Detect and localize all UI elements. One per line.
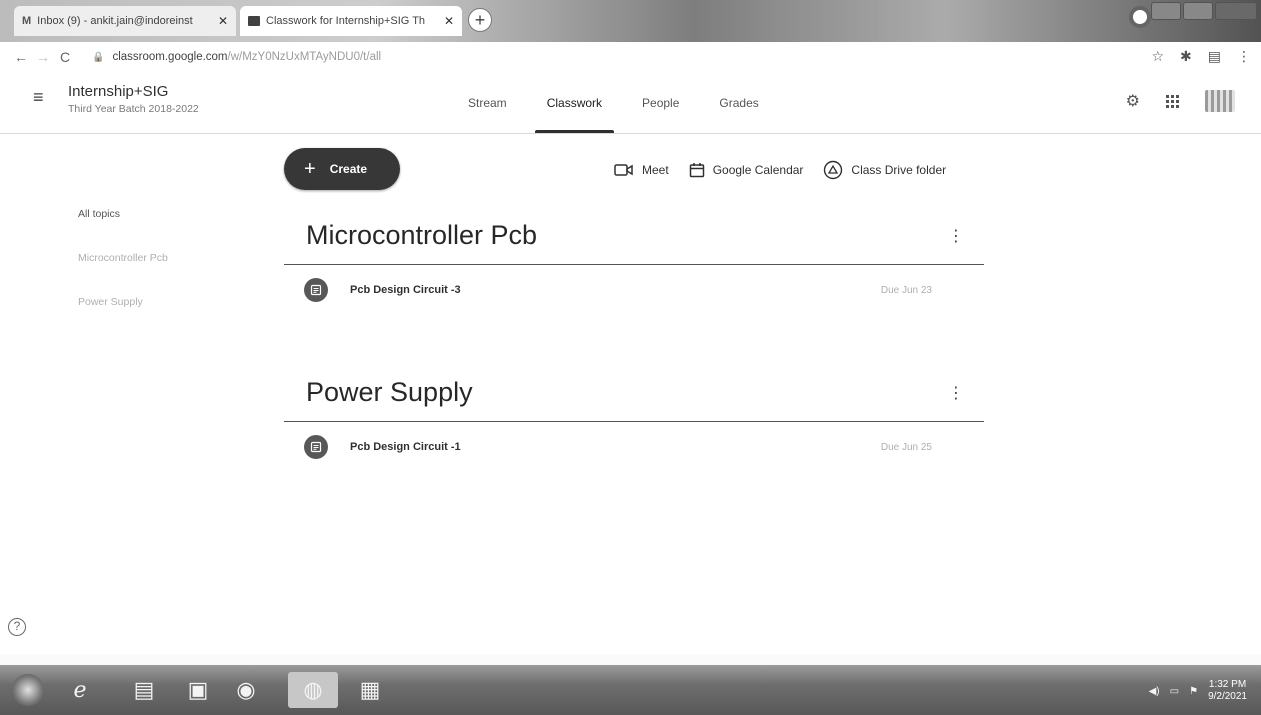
close-icon[interactable]: ✕ — [444, 14, 454, 28]
classroom-header: ≡ Internship+SIG Third Year Batch 2018-2… — [0, 72, 1261, 134]
avatar[interactable] — [1205, 90, 1235, 112]
quick-links: Meet Google Calendar Class Drive folder — [614, 160, 946, 180]
help-icon[interactable]: ? — [8, 618, 26, 636]
close-icon[interactable]: ✕ — [218, 14, 228, 28]
profile-icon[interactable] — [1129, 6, 1151, 28]
tab-title: Inbox (9) - ankit.jain@indoreinst — [37, 15, 193, 27]
section-title[interactable]: Microcontroller Pcb — [284, 220, 984, 260]
chrome-icon[interactable]: ◍ — [288, 672, 338, 708]
forward-icon[interactable]: → — [32, 49, 54, 65]
extension-icon[interactable]: ✱ — [1180, 48, 1192, 65]
settings-gear-icon[interactable]: ⚙ — [1126, 91, 1140, 111]
due-date: Due Jun 23 — [880, 285, 932, 296]
classroom-icon — [248, 16, 260, 26]
meet-link[interactable]: Meet — [614, 163, 669, 177]
topic-microcontroller-pcb[interactable]: Microcontroller Pcb — [78, 252, 168, 264]
create-button[interactable]: + Create — [284, 148, 400, 190]
drive-icon — [824, 160, 843, 180]
tab-grades[interactable]: Grades — [699, 72, 778, 133]
internet-explorer-icon[interactable]: e — [62, 672, 98, 708]
reading-list-icon[interactable]: ▤ — [1208, 48, 1221, 65]
more-icon[interactable]: ⋮ — [1237, 48, 1251, 65]
volume-icon[interactable]: ◀) — [1149, 686, 1160, 697]
system-tray: ◀) ▭ ⚑ 1:32 PM 9/2/2021 — [1149, 679, 1247, 703]
section-title[interactable]: Power Supply — [284, 377, 984, 417]
more-options-icon[interactable]: ⋮ — [948, 226, 964, 246]
system-clock[interactable]: 1:32 PM 9/2/2021 — [1208, 679, 1247, 703]
tab-people[interactable]: People — [622, 72, 699, 133]
tab-title: Classwork for Internship+SIG Th — [266, 15, 426, 27]
flag-icon[interactable]: ⚑ — [1189, 686, 1198, 697]
window-controls — [1151, 2, 1257, 20]
apps-grid-icon[interactable] — [1166, 94, 1179, 108]
assignment-icon — [304, 435, 328, 459]
list-item[interactable]: Pcb Design Circuit -3 Due Jun 23 — [284, 265, 984, 315]
lock-icon: 🔒 — [92, 51, 105, 63]
clock-date: 9/2/2021 — [1208, 691, 1247, 702]
calendar-label: Google Calendar — [712, 163, 804, 177]
hamburger-menu-icon[interactable]: ≡ — [33, 87, 44, 108]
maximize-button[interactable] — [1183, 2, 1213, 20]
topic-power-supply[interactable]: Power Supply — [78, 296, 168, 308]
back-icon[interactable]: ← — [10, 49, 32, 65]
topic-all[interactable]: All topics — [78, 208, 168, 220]
class-subtitle: Third Year Batch 2018-2022 — [68, 103, 199, 115]
assignment-title: Pcb Design Circuit -1 — [350, 441, 461, 453]
classroom-nav: Stream Classwork People Grades — [448, 72, 779, 133]
calendar-icon — [689, 163, 704, 178]
windows-taskbar: e ▤ ▣ ◉ ◍ ▦ ◀) ▭ ⚑ 1:32 PM 9/2/2021 — [0, 665, 1261, 715]
start-button[interactable] — [12, 674, 44, 706]
reload-icon[interactable]: C — [54, 49, 76, 65]
more-options-icon[interactable]: ⋮ — [948, 383, 964, 403]
new-tab-button[interactable]: + — [468, 8, 492, 32]
list-item[interactable]: Pcb Design Circuit -1 Due Jun 25 — [284, 422, 984, 472]
classwork-main: + Create Meet Google Calendar Class Driv… — [0, 134, 1261, 654]
clock-time: 1:32 PM — [1208, 679, 1247, 690]
browser-tabstrip: M Inbox (9) - ankit.jain@indoreinst ✕ Cl… — [0, 0, 1261, 42]
url-path: /w/MzY0NzUxMTAyNDU0/t/all — [227, 51, 382, 63]
tab-stream[interactable]: Stream — [448, 72, 527, 133]
url-field[interactable]: classroom.google.com/w/MzY0NzUxMTAyNDU0/… — [112, 51, 381, 63]
drive-label: Class Drive folder — [851, 163, 947, 177]
assignment-icon — [304, 278, 328, 302]
minimize-button[interactable] — [1151, 2, 1181, 20]
firefox-icon[interactable]: ◉ — [228, 672, 264, 708]
tab-inbox[interactable]: M Inbox (9) - ankit.jain@indoreinst ✕ — [14, 6, 236, 36]
meet-label: Meet — [642, 163, 669, 177]
create-label: Create — [329, 162, 368, 176]
plus-icon: + — [304, 157, 316, 180]
topic-section: Power Supply ⋮ Pcb Design Circuit -1 Due… — [284, 377, 984, 472]
address-bar: ← → C 🔒 classroom.google.com/w/MzY0NzUxM… — [0, 42, 1261, 72]
topics-list: All topics Microcontroller Pcb Power Sup… — [78, 208, 168, 340]
topic-section: Microcontroller Pcb ⋮ Pcb Design Circuit… — [284, 220, 984, 315]
close-window-button[interactable] — [1215, 2, 1257, 20]
due-date: Due Jun 25 — [880, 442, 932, 453]
star-icon[interactable]: ☆ — [1151, 48, 1164, 65]
word-icon[interactable]: ▦ — [352, 672, 388, 708]
tab-classwork[interactable]: Classwork for Internship+SIG Th ✕ — [240, 6, 462, 36]
url-host: classroom.google.com — [112, 51, 228, 63]
calendar-link[interactable]: Google Calendar — [689, 162, 804, 178]
network-icon[interactable]: ▭ — [1170, 686, 1179, 697]
drive-folder-link[interactable]: Class Drive folder — [823, 160, 946, 180]
media-player-icon[interactable]: ▣ — [180, 672, 216, 708]
file-explorer-icon[interactable]: ▤ — [126, 672, 162, 708]
video-camera-icon — [614, 164, 633, 176]
tab-classwork[interactable]: Classwork — [527, 72, 622, 133]
gmail-icon: M — [22, 15, 32, 27]
class-name[interactable]: Internship+SIG — [68, 83, 168, 100]
assignment-title: Pcb Design Circuit -3 — [350, 284, 461, 296]
